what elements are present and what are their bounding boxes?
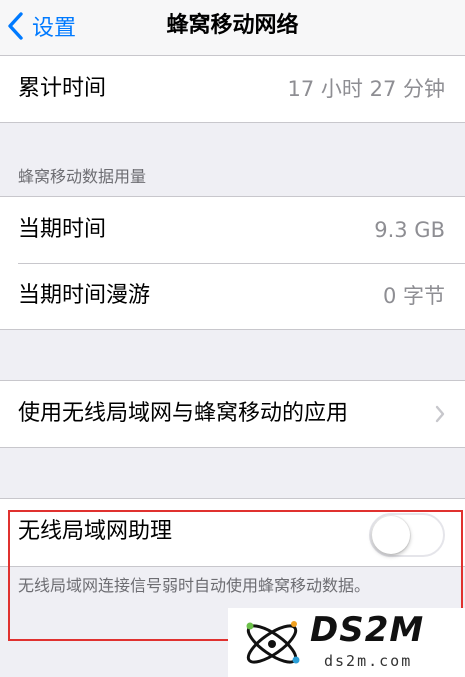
atom-logo-icon <box>246 621 300 664</box>
watermark: DS2M ds2m.com <box>228 608 465 677</box>
apps-row[interactable]: 使用无线局域网与蜂窝移动的应用 <box>0 381 465 447</box>
watermark-site: ds2m.com <box>324 652 413 670</box>
cellular-data-group: 当期时间 9.3 GB 当期时间漫游 0 字节 <box>0 197 465 329</box>
wifi-assist-group: 无线局域网助理 <box>0 499 465 566</box>
chevron-right-icon <box>435 405 445 423</box>
usage-time-group: 累计时间 17 小时 27 分钟 <box>0 56 465 122</box>
current-period-label: 当期时间 <box>18 217 107 242</box>
page-title: 蜂窝移动网络 <box>166 13 299 38</box>
toggle-knob <box>372 516 410 554</box>
wifi-assist-label: 无线局域网助理 <box>18 519 173 544</box>
usage-time-value: 17 小时 27 分钟 <box>287 77 445 101</box>
wifi-assist-row: 无线局域网助理 <box>0 499 465 566</box>
cellular-data-section-header: 蜂窝移动数据用量 <box>18 167 147 186</box>
current-period-value: 9.3 GB <box>374 218 445 242</box>
divider <box>0 566 465 567</box>
current-period-roaming-label: 当期时间漫游 <box>18 283 151 308</box>
usage-time-row: 累计时间 17 小时 27 分钟 <box>0 56 465 122</box>
divider <box>0 122 465 123</box>
divider <box>0 447 465 448</box>
watermark-brand: DS2M <box>310 610 425 650</box>
current-period-roaming-row: 当期时间漫游 0 字节 <box>0 263 465 329</box>
usage-time-label: 累计时间 <box>18 76 107 101</box>
apps-group: 使用无线局域网与蜂窝移动的应用 <box>0 381 465 447</box>
navigation-bar: 设置 蜂窝移动网络 <box>0 0 465 56</box>
apps-row-label: 使用无线局域网与蜂窝移动的应用 <box>18 401 349 426</box>
divider <box>0 329 465 330</box>
wifi-assist-description: 无线局域网连接信号弱时自动使用蜂窝移动数据。 <box>18 576 371 595</box>
current-period-row: 当期时间 9.3 GB <box>0 197 465 263</box>
wifi-assist-toggle[interactable] <box>369 513 445 557</box>
current-period-roaming-value: 0 字节 <box>382 284 445 308</box>
